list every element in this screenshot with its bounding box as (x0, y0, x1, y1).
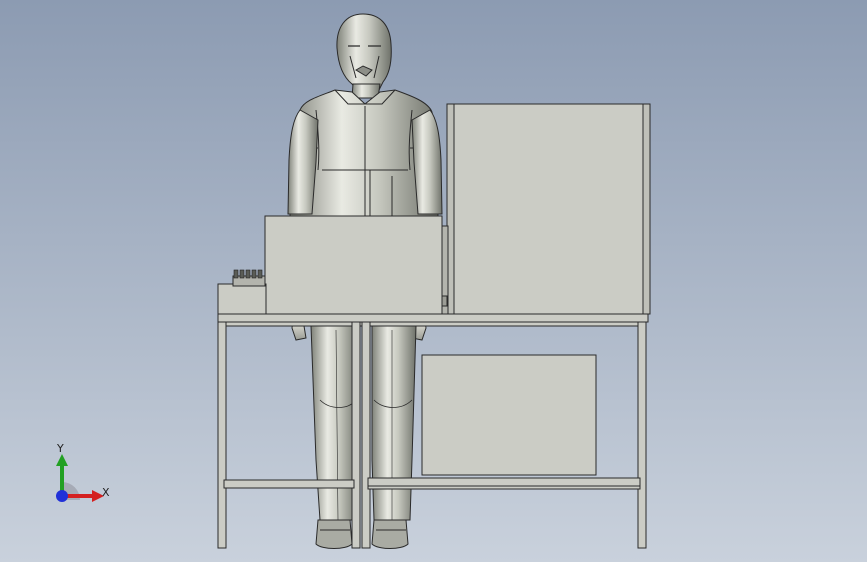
coordinate-triad: Y X (56, 442, 110, 502)
x-axis-label: X (102, 486, 110, 499)
y-axis-arrowhead-icon (56, 454, 68, 466)
tall-enclosure (446, 103, 651, 315)
z-axis-dot-icon (56, 490, 68, 502)
y-axis-label: Y (56, 442, 64, 455)
benchtop-unit (264, 215, 449, 315)
cad-3d-viewport[interactable]: Y X (0, 0, 867, 562)
bottle-tray (217, 269, 267, 315)
assembly-model-view[interactable] (0, 0, 867, 562)
lower-storage-box (421, 354, 597, 476)
